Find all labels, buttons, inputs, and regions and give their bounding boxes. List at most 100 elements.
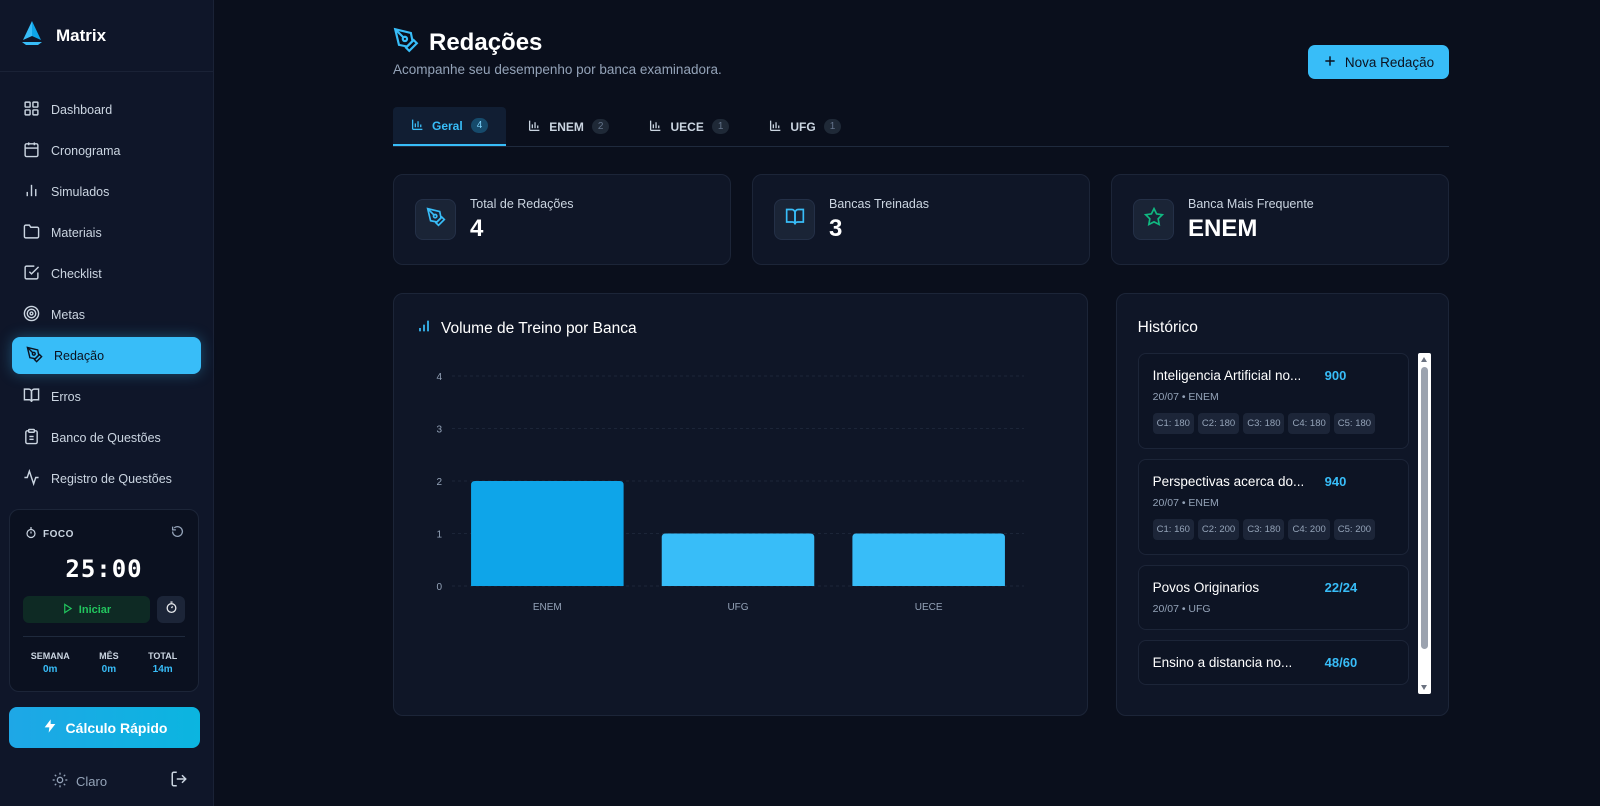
bar-uece[interactable]: [852, 533, 1005, 587]
bar-enem[interactable]: [471, 481, 624, 586]
focus-timer-card: FOCO 25:00 Iniciar SEMANA 0m MÊS 0m TOTA…: [9, 509, 199, 692]
competence-chip: C1: 180: [1152, 413, 1194, 434]
competence-chip: C1: 160: [1152, 519, 1194, 540]
timer-display: 25:00: [65, 555, 143, 583]
sidebar-item-label: Erros: [51, 389, 81, 404]
competence-chip: C2: 180: [1197, 413, 1240, 434]
reset-icon[interactable]: [171, 525, 184, 543]
new-essay-label: Nova Redação: [1344, 54, 1435, 70]
volume-chart-card: 0 1 2 3 4 ENEM UFG UECE Volume de Treino por Ba…: [393, 293, 1088, 716]
theme-toggle[interactable]: Claro: [52, 772, 107, 791]
sidebar-item-materiais[interactable]: Materiais: [12, 214, 201, 251]
stat-card-bancas: Bancas Treinadas 3: [752, 174, 1090, 265]
card-label: Total de Redações: [470, 196, 574, 211]
star-icon: [1143, 206, 1164, 232]
x-tick-label: ENEM: [533, 602, 562, 613]
essay-meta: 20/07 • ENEM: [1152, 497, 1219, 509]
page-title: Redações: [429, 28, 543, 56]
tab-enem[interactable]: ENEM 2: [510, 107, 627, 146]
history-scrollbar[interactable]: [1417, 353, 1431, 694]
competence-chip: C2: 200: [1197, 519, 1240, 540]
sidebar-item-cronograma[interactable]: Cronograma: [12, 132, 201, 169]
scroll-thumb[interactable]: [1420, 367, 1428, 649]
y-tick-label: 4: [436, 372, 442, 383]
stat-week: SEMANA 0m: [31, 651, 70, 675]
sidebar-item-metas[interactable]: Metas: [12, 296, 201, 333]
bar-ufg[interactable]: [661, 533, 815, 587]
stopwatch-icon: [165, 600, 178, 619]
target-icon: [23, 305, 40, 325]
essay-title: Perspectivas acerca do...: [1152, 474, 1305, 489]
stat-value: 0m: [42, 664, 58, 675]
sidebar-item-label: Materiais: [51, 225, 102, 240]
history-item[interactable]: Inteligencia Artificial no... 900 20/07 …: [1137, 353, 1409, 449]
y-tick-label: 2: [436, 477, 442, 488]
sidebar-item-label: Checklist: [51, 266, 102, 281]
logout-icon[interactable]: [170, 770, 188, 793]
sidebar-item-simulados[interactable]: Simulados: [12, 173, 201, 210]
calendar-icon: [23, 141, 40, 161]
competence-chip: C5: 180: [1333, 413, 1376, 434]
brand[interactable]: Matrix: [0, 0, 213, 72]
sidebar-item-redacao[interactable]: Redação: [12, 337, 201, 374]
play-icon: [62, 602, 73, 617]
history-list: Inteligencia Artificial no... 900 20/07 …: [1137, 353, 1409, 694]
competence-chip: C3: 180: [1243, 413, 1285, 434]
quick-calc-button[interactable]: Cálculo Rápido: [9, 707, 200, 748]
sidebar-item-checklist[interactable]: Checklist: [12, 255, 201, 292]
history-item[interactable]: Povos Originarios 22/24 20/07 • UFG: [1137, 565, 1409, 630]
scroll-down-arrow[interactable]: [1420, 685, 1427, 690]
activity-icon: [23, 468, 40, 489]
competence-chip: C5: 200: [1333, 519, 1376, 540]
sidebar-item-registro-questoes[interactable]: Registro de Questões: [12, 460, 201, 497]
sidebar-item-label: Simulados: [51, 184, 110, 199]
chart-title: Volume de Treino por Banca: [441, 319, 637, 337]
stopwatch-button[interactable]: [157, 596, 185, 623]
tab-label: Geral: [432, 118, 463, 133]
tab-geral[interactable]: Geral 4: [393, 107, 507, 146]
essay-meta: 20/07 • ENEM: [1152, 391, 1219, 403]
app-name: Matrix: [56, 25, 107, 45]
tab-ufg[interactable]: UFG 1: [751, 107, 859, 146]
page-subtitle: Acompanhe seu desempenho por banca exami…: [393, 62, 722, 77]
sidebar-item-label: Redação: [54, 348, 105, 363]
history-item[interactable]: Ensino a distancia no... 48/60: [1137, 640, 1409, 685]
essay-score: 48/60: [1324, 655, 1358, 670]
stat-total: TOTAL 14m: [148, 651, 177, 675]
tab-uece[interactable]: UECE 1: [631, 107, 747, 146]
focus-title: FOCO: [43, 528, 74, 540]
sidebar-item-banco-questoes[interactable]: Banco de Questões: [12, 419, 201, 456]
tab-label: UECE: [670, 119, 704, 134]
clipboard-icon: [23, 428, 40, 448]
card-label: Banca Mais Frequente: [1188, 196, 1314, 211]
sidebar: Matrix Dashboard Cronograma Simulados Ma…: [0, 0, 214, 806]
stat-label: TOTAL: [148, 651, 178, 661]
tab-label: ENEM: [549, 119, 584, 134]
card-value: 4: [470, 214, 484, 242]
card-value: ENEM: [1188, 214, 1258, 242]
new-essay-button[interactable]: Nova Redação: [1308, 45, 1449, 79]
stat-month: MÊS 0m: [99, 651, 119, 675]
y-tick-label: 0: [436, 582, 442, 593]
plus-icon: [1323, 54, 1337, 71]
timer-icon: [25, 526, 37, 542]
competence-chip: C3: 180: [1243, 519, 1285, 540]
sidebar-item-erros[interactable]: Erros: [12, 378, 201, 415]
lightning-icon: [42, 717, 58, 738]
start-timer-button[interactable]: Iniciar: [23, 596, 150, 623]
competence-chip: C4: 200: [1288, 519, 1330, 540]
sidebar-item-dashboard[interactable]: Dashboard: [12, 91, 201, 128]
x-tick-label: UECE: [915, 602, 943, 613]
book-open-icon: [785, 207, 805, 232]
history-card: Histórico Inteligencia Artificial no... …: [1115, 293, 1449, 716]
stat-label: MÊS: [99, 651, 119, 661]
chart-icon: [769, 119, 782, 135]
sidebar-item-label: Registro de Questões: [51, 471, 172, 486]
history-item[interactable]: Perspectivas acerca do... 940 20/07 • EN…: [1137, 459, 1409, 555]
history-title: Histórico: [1137, 319, 1198, 336]
tab-count-badge: 2: [591, 119, 610, 134]
sidebar-item-label: Banco de Questões: [51, 430, 161, 445]
scroll-up-arrow[interactable]: [1420, 357, 1427, 362]
essay-score: 22/24: [1324, 580, 1358, 595]
sidebar-item-label: Metas: [51, 307, 86, 322]
